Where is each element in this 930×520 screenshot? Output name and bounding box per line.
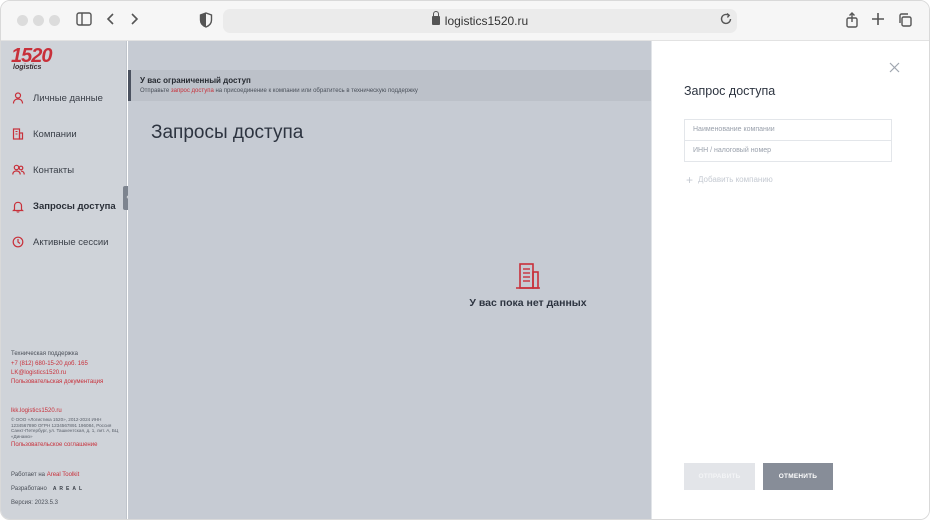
empty-state-text: У вас пока нет данных: [469, 297, 587, 309]
legal-block: lkk.logistics1520.ru © ООО «Логистика 15…: [11, 408, 121, 449]
access-request-panel: Запрос доступа Наименование компании ИНН…: [651, 41, 929, 519]
sidebar-item-personal-data[interactable]: Личные данные: [1, 86, 127, 110]
building-icon: [11, 127, 25, 141]
sidebar-item-label: Контакты: [33, 164, 75, 176]
logo-number: 1520: [11, 45, 53, 67]
sidebar-item-label: Активные сессии: [33, 236, 109, 248]
sidebar-item-contacts[interactable]: Контакты: [1, 158, 127, 182]
panel-title: Запрос доступа: [684, 84, 776, 98]
credits-block: Работает на Areal Toolkit Разработано ARE…: [11, 472, 121, 507]
bell-icon: [11, 199, 25, 213]
version-text: Версия: 2023.5.3: [11, 500, 58, 506]
sidebar-item-companies[interactable]: Компании: [1, 122, 127, 146]
clock-icon: [11, 235, 25, 249]
support-title: Техническая поддержка: [11, 351, 78, 357]
plus-icon: +: [686, 172, 694, 187]
notice-suffix: на присоединение к компании или обратите…: [215, 88, 418, 94]
window-minimize-dot[interactable]: [33, 15, 44, 26]
access-request-link[interactable]: запрос доступа: [171, 88, 214, 94]
developed-by-line: Разработано AREAL: [11, 486, 121, 493]
window-zoom-dot[interactable]: [49, 15, 60, 26]
site-link[interactable]: lkk.logistics1520.ru: [11, 408, 121, 415]
cancel-button[interactable]: ОТМЕНИТЬ: [763, 463, 833, 490]
address-bar[interactable]: logistics1520.ru: [223, 9, 737, 33]
legal-text: © ООО «Логистика 1520», 2012-2024 ИНН 12…: [11, 417, 119, 439]
empty-building-icon: [513, 261, 543, 291]
new-tab-icon[interactable]: [869, 12, 887, 30]
sidebar: 1520 logistics Личные данные Компании Ко…: [1, 41, 127, 519]
support-phone[interactable]: +7 (812) 680-15-20 доб. 165: [11, 361, 121, 368]
add-company-button[interactable]: + Добавить компанию: [686, 172, 773, 187]
agreement-link[interactable]: Пользовательское соглашение: [11, 442, 121, 449]
logo[interactable]: 1520 logistics: [11, 45, 57, 72]
browser-toolbar: logistics1520.ru: [1, 1, 929, 41]
sidebar-item-access-requests[interactable]: Запросы доступа: [1, 194, 127, 218]
window-close-dot[interactable]: [17, 15, 28, 26]
developed-by-text: Разработано: [11, 486, 47, 492]
restricted-access-notice: У вас ограниченный доступ Отправьте запр…: [128, 70, 651, 101]
main-content: У вас ограниченный доступ Отправьте запр…: [128, 41, 651, 519]
reload-icon[interactable]: [717, 12, 735, 30]
send-button[interactable]: ОТПРАВИТЬ: [684, 463, 755, 490]
works-on-prefix: Работает на: [11, 472, 46, 478]
close-icon[interactable]: [888, 62, 900, 74]
areal-logo[interactable]: AREAL: [53, 486, 85, 493]
page-title: Запросы доступа: [151, 122, 304, 143]
sidebar-item-label: Компании: [33, 128, 77, 140]
sidebar-item-label: Личные данные: [33, 92, 103, 104]
sidebar-item-active-sessions[interactable]: Активные сессии: [1, 230, 127, 254]
user-icon: [11, 91, 25, 105]
share-icon[interactable]: [843, 12, 861, 30]
sidebar-toggle-icon[interactable]: [75, 12, 93, 30]
notice-title: У вас ограниченный доступ: [140, 76, 251, 85]
works-on-line: Работает на Areal Toolkit: [11, 472, 121, 479]
areal-toolkit-link[interactable]: Areal Toolkit: [47, 472, 80, 478]
url-text: logistics1520.ru: [444, 14, 529, 28]
add-company-label: Добавить компанию: [698, 175, 773, 184]
back-icon[interactable]: [102, 12, 120, 30]
lock-icon: [431, 11, 440, 25]
support-email[interactable]: LK@logistics1520.ru: [11, 370, 121, 377]
notice-text: Отправьте запрос доступа на присоединени…: [140, 88, 418, 94]
tabs-overview-icon[interactable]: [896, 12, 914, 30]
notice-prefix: Отправьте: [140, 88, 170, 94]
shield-icon[interactable]: [197, 12, 215, 30]
support-block: Техническая поддержка +7 (812) 680-15-20…: [11, 351, 121, 386]
forward-icon[interactable]: [125, 12, 143, 30]
company-name-input[interactable]: Наименование компании: [684, 119, 892, 141]
inn-input[interactable]: ИНН / налоговый номер: [684, 140, 892, 162]
sidebar-item-label: Запросы доступа: [33, 200, 116, 212]
contacts-icon: [11, 163, 25, 177]
app-root: 1520 logistics Личные данные Компании Ко…: [1, 41, 929, 519]
browser-window: logistics1520.ru 1520 logistics Личные д…: [0, 0, 930, 520]
docs-link[interactable]: Пользовательская документация: [11, 379, 121, 386]
